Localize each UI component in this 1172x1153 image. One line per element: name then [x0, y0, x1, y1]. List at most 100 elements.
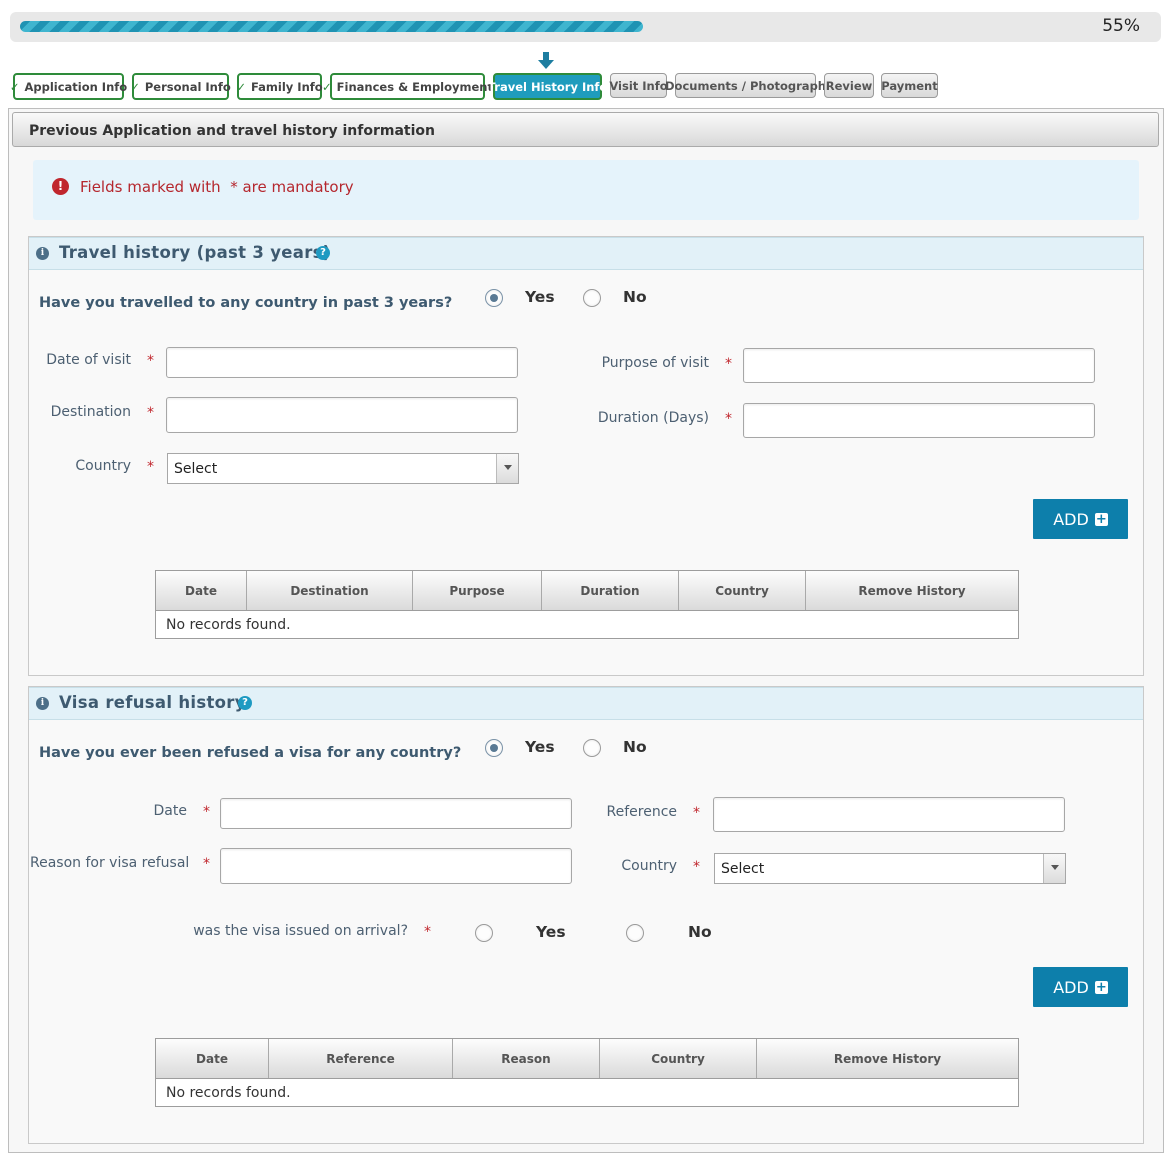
tab-label: Payment: [881, 78, 938, 93]
chevron-down-icon[interactable]: [1043, 854, 1065, 883]
duration-input[interactable]: [743, 403, 1095, 438]
info-icon: i: [36, 697, 49, 710]
down-arrow-icon: [538, 52, 554, 69]
required-mark: *: [147, 459, 154, 475]
travel-no-radio[interactable]: [583, 289, 601, 307]
date-of-visit-input[interactable]: [166, 347, 518, 378]
column-header[interactable]: Remove History: [806, 571, 1018, 610]
select-value: Select: [721, 861, 765, 877]
country-label: Country: [75, 458, 131, 474]
arrival-question: was the visa issued on arrival?: [193, 923, 408, 939]
check-icon: ✓: [322, 79, 332, 94]
column-header[interactable]: Reason: [453, 1039, 600, 1078]
travel-yes-radio[interactable]: [485, 289, 503, 307]
notice-text: Fields marked with * are mandatory: [80, 178, 354, 196]
table-header: Date Destination Purpose Duration Countr…: [156, 571, 1018, 611]
date-of-visit-label: Date of visit: [46, 352, 131, 368]
arrival-yes-label: Yes: [536, 923, 566, 941]
tab-travel-history-info[interactable]: Travel History Info: [488, 73, 607, 100]
required-mark: *: [693, 859, 700, 875]
arrival-no-radio[interactable]: [626, 924, 644, 942]
add-label: ADD: [1053, 977, 1089, 997]
required-mark: *: [203, 856, 210, 872]
tab-label: Application Info: [24, 79, 128, 94]
tab-label: Personal Info: [144, 79, 231, 94]
purpose-of-visit-input[interactable]: [743, 348, 1095, 383]
select-value: Select: [174, 461, 218, 477]
required-mark: *: [203, 804, 210, 820]
column-header[interactable]: Purpose: [413, 571, 542, 610]
refusal-add-button[interactable]: ADD +: [1033, 967, 1128, 1007]
plus-icon: +: [1094, 511, 1108, 527]
column-header[interactable]: Destination: [247, 571, 413, 610]
travel-add-button[interactable]: ADD +: [1033, 499, 1128, 539]
duration-label: Duration (Days): [597, 410, 709, 426]
reason-input[interactable]: [220, 848, 572, 884]
reference-input[interactable]: [713, 797, 1065, 832]
refusal-no-label: No: [623, 738, 647, 756]
table-header: Date Reference Reason Country Remove His…: [156, 1039, 1018, 1079]
help-icon[interactable]: ?: [238, 696, 252, 710]
column-header[interactable]: Date: [156, 1039, 269, 1078]
page-title: Previous Application and travel history …: [12, 112, 1159, 147]
chevron-down-icon[interactable]: [496, 454, 518, 483]
travel-no-label: No: [623, 288, 647, 306]
required-mark: *: [725, 356, 732, 372]
required-mark: *: [147, 405, 154, 421]
column-header[interactable]: Reference: [269, 1039, 453, 1078]
tab-label: Family Info: [250, 79, 323, 94]
exclamation-icon: !: [52, 178, 69, 195]
tab-label: Travel History Info: [487, 79, 608, 94]
tab-label: Visit Info: [609, 78, 668, 93]
refusal-yes-radio[interactable]: [485, 739, 503, 757]
refusal-date-input[interactable]: [220, 798, 572, 829]
travel-question: Have you travelled to any country in pas…: [39, 295, 453, 311]
tab-finances-employment[interactable]: ✓ Finances & Employment: [322, 73, 493, 100]
tab-visit-info[interactable]: Visit Info: [609, 73, 668, 98]
destination-input[interactable]: [166, 397, 518, 433]
travel-country-select[interactable]: Select: [167, 453, 519, 484]
tab-payment[interactable]: Payment: [881, 73, 938, 98]
empty-row: No records found.: [166, 1085, 291, 1101]
column-header[interactable]: Duration: [542, 571, 679, 610]
refusal-no-radio[interactable]: [583, 739, 601, 757]
travel-yes-label: Yes: [525, 288, 555, 306]
travel-history-table: Date Destination Purpose Duration Countr…: [155, 570, 1019, 639]
plus-icon: +: [1094, 979, 1108, 995]
required-mark: *: [693, 805, 700, 821]
travel-history-title: Travel history (past 3 years): [59, 243, 331, 262]
tab-documents-photograph[interactable]: Documents / Photograph: [665, 73, 826, 98]
visa-refusal-table: Date Reference Reason Country Remove His…: [155, 1038, 1019, 1107]
refusal-yes-label: Yes: [525, 738, 555, 756]
tab-label: Documents / Photograph: [665, 78, 826, 93]
refusal-country-label: Country: [621, 858, 677, 874]
column-header[interactable]: Remove History: [757, 1039, 1018, 1078]
purpose-of-visit-label: Purpose of visit: [601, 355, 709, 371]
progress-percent: 55%: [1102, 16, 1140, 36]
visa-refusal-title: Visa refusal history: [59, 693, 246, 712]
refusal-question: Have you ever been refused a visa for an…: [39, 745, 462, 761]
required-mark: *: [424, 924, 431, 940]
tab-review[interactable]: Review: [824, 73, 874, 98]
refusal-date-label: Date: [153, 803, 187, 819]
help-icon[interactable]: ?: [316, 246, 330, 260]
arrival-yes-radio[interactable]: [475, 924, 493, 942]
tab-personal-info[interactable]: ✓ Personal Info: [130, 73, 231, 100]
column-header[interactable]: Country: [600, 1039, 757, 1078]
tab-application-info[interactable]: ✓ Application Info: [10, 73, 128, 100]
add-label: ADD: [1053, 509, 1089, 529]
tab-family-info[interactable]: ✓ Family Info: [236, 73, 323, 100]
check-icon: ✓: [130, 79, 140, 94]
arrival-no-label: No: [688, 923, 712, 941]
required-mark: *: [725, 411, 732, 427]
tab-label: Finances & Employment: [336, 79, 493, 94]
destination-label: Destination: [50, 404, 131, 420]
refusal-country-select[interactable]: Select: [714, 853, 1066, 884]
info-icon: i: [36, 247, 49, 260]
column-header[interactable]: Country: [679, 571, 806, 610]
progress-fill: [20, 21, 643, 32]
required-mark: *: [147, 353, 154, 369]
column-header[interactable]: Date: [156, 571, 247, 610]
check-icon: ✓: [236, 79, 246, 94]
reference-label: Reference: [606, 804, 678, 820]
